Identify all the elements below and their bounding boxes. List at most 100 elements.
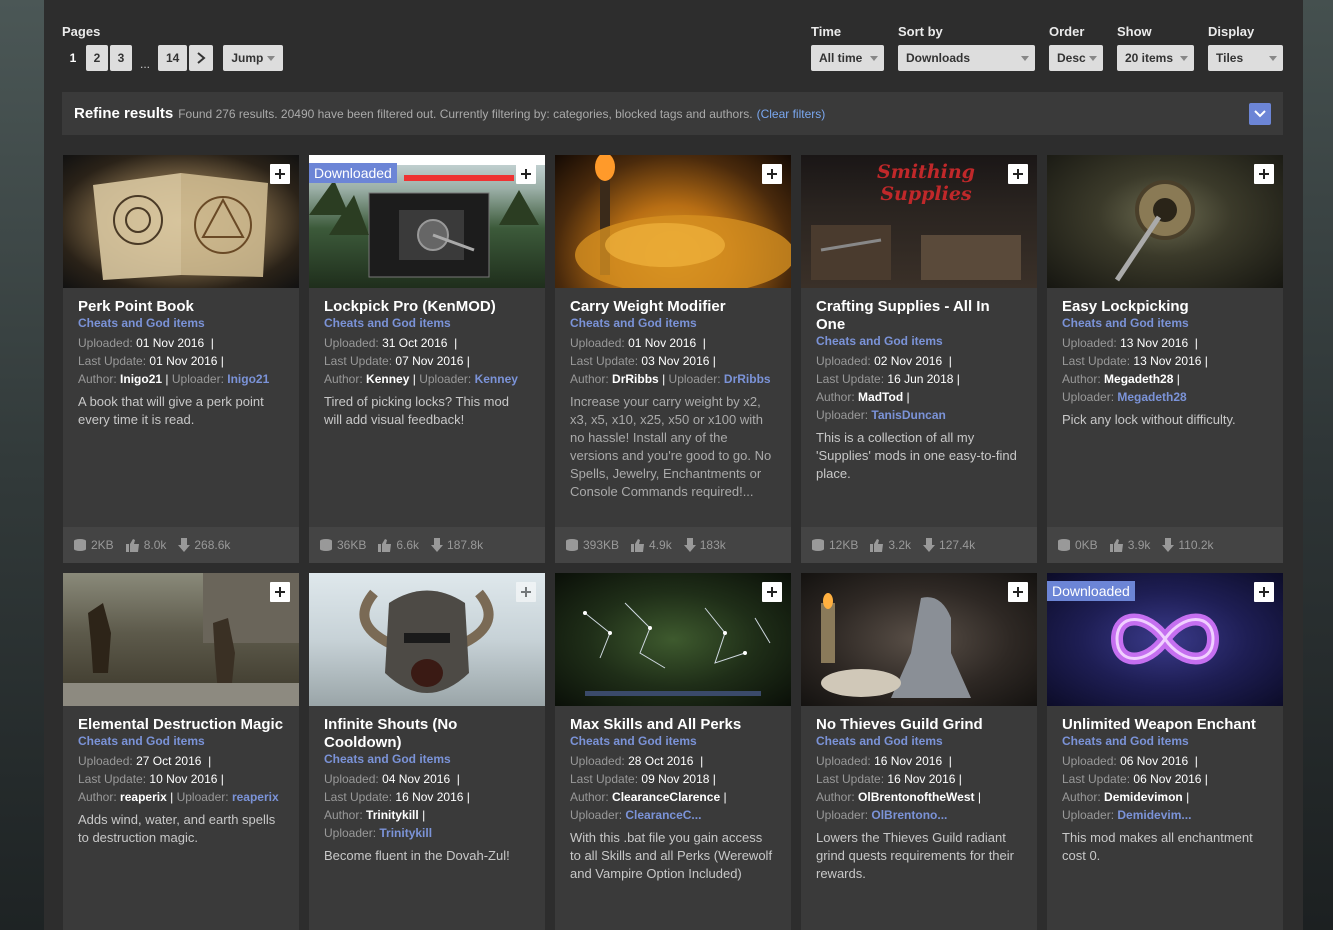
mod-thumbnail[interactable]: Downloaded bbox=[1047, 573, 1283, 706]
author-name[interactable]: Megadeth28 bbox=[1104, 372, 1173, 386]
order-select[interactable]: Desc bbox=[1049, 45, 1103, 71]
mod-category[interactable]: Cheats and God items bbox=[1062, 734, 1268, 749]
gold-pile-image bbox=[575, 155, 791, 288]
mod-tile[interactable]: No Thieves Guild Grind Cheats and God it… bbox=[801, 573, 1037, 930]
author-name[interactable]: reaperix bbox=[120, 790, 167, 804]
download-icon bbox=[431, 538, 444, 552]
author-name[interactable]: Demidevimon bbox=[1104, 790, 1183, 804]
uploader-link[interactable]: Megadeth28 bbox=[1117, 390, 1186, 404]
author-name[interactable]: DrRibbs bbox=[612, 372, 659, 386]
updated-row: Last Update: 13 Nov 2016 | bbox=[1062, 354, 1208, 368]
mod-category[interactable]: Cheats and God items bbox=[570, 316, 776, 331]
mod-title[interactable]: Crafting Supplies - All In One bbox=[816, 298, 1022, 334]
mod-thumbnail[interactable] bbox=[555, 155, 791, 288]
mod-title[interactable]: Unlimited Weapon Enchant bbox=[1062, 716, 1268, 734]
mod-category[interactable]: Cheats and God items bbox=[324, 752, 530, 767]
mod-title[interactable]: Lockpick Pro (KenMOD) bbox=[324, 298, 530, 316]
page-14-button[interactable]: 14 bbox=[158, 45, 188, 71]
mod-category[interactable]: Cheats and God items bbox=[78, 316, 284, 331]
author-name[interactable]: Inigo21 bbox=[120, 372, 162, 386]
uploader-link[interactable]: reaperix bbox=[232, 790, 279, 804]
uploader-link[interactable]: ClearanceC... bbox=[625, 808, 701, 822]
show-select[interactable]: 20 items bbox=[1117, 45, 1194, 71]
mod-title[interactable]: Carry Weight Modifier bbox=[570, 298, 776, 316]
mod-category[interactable]: Cheats and God items bbox=[816, 734, 1022, 749]
mod-title[interactable]: No Thieves Guild Grind bbox=[816, 716, 1022, 734]
sort-label: Sort by bbox=[898, 24, 943, 39]
refine-title: Refine results bbox=[74, 105, 174, 122]
plus-icon[interactable] bbox=[1008, 164, 1028, 184]
bust-image bbox=[821, 593, 971, 698]
mod-thumbnail[interactable]: Downloaded bbox=[309, 155, 545, 288]
plus-icon[interactable] bbox=[1254, 582, 1274, 602]
mod-title[interactable]: Elemental Destruction Magic bbox=[78, 716, 284, 734]
mod-tile[interactable]: Smithing Supplies Crafting Supplies - Al… bbox=[801, 155, 1037, 563]
mod-category[interactable]: Cheats and God items bbox=[816, 334, 1022, 349]
mod-thumbnail[interactable] bbox=[63, 573, 299, 706]
battle-image bbox=[63, 573, 299, 706]
author-name[interactable]: MadTod bbox=[858, 390, 903, 404]
sort-select[interactable]: Downloads bbox=[898, 45, 1035, 71]
updated-row: Last Update: 07 Nov 2016 | bbox=[324, 354, 470, 368]
uploader-link[interactable]: Inigo21 bbox=[227, 372, 269, 386]
uploader-link[interactable]: TanisDuncan bbox=[871, 408, 945, 422]
page-1-button[interactable]: 1 bbox=[62, 45, 84, 71]
next-page-button[interactable] bbox=[189, 45, 214, 71]
mod-thumbnail[interactable] bbox=[309, 573, 545, 706]
mod-tile[interactable]: Downloaded Unlimited Weapon Enchant Chea… bbox=[1047, 573, 1283, 930]
mod-tile[interactable]: Downloaded Lockpick Pro (KenMOD) Cheats … bbox=[309, 155, 545, 563]
mod-category[interactable]: Cheats and God items bbox=[1062, 316, 1268, 331]
plus-icon[interactable] bbox=[270, 582, 290, 602]
jump-dropdown[interactable]: Jump bbox=[223, 45, 284, 71]
mod-title[interactable]: Infinite Shouts (No Cooldown) bbox=[324, 716, 530, 752]
endorsement-count: 8.0k bbox=[143, 538, 167, 552]
page-3-button[interactable]: 3 bbox=[110, 45, 132, 71]
mod-thumbnail[interactable] bbox=[1047, 155, 1283, 288]
plus-icon[interactable] bbox=[762, 582, 782, 602]
page-2-button[interactable]: 2 bbox=[86, 45, 108, 71]
updated-row: Last Update: 16 Nov 2016 | bbox=[816, 772, 962, 786]
chevron-down-icon bbox=[1254, 110, 1266, 118]
mod-tile[interactable]: Easy Lockpicking Cheats and God items Up… bbox=[1047, 155, 1283, 563]
plus-icon[interactable] bbox=[270, 164, 290, 184]
mod-thumbnail[interactable] bbox=[63, 155, 299, 288]
expand-filters-button[interactable] bbox=[1249, 103, 1271, 125]
clear-filters-link[interactable]: Clear filters bbox=[761, 107, 822, 121]
mod-category[interactable]: Cheats and God items bbox=[78, 734, 284, 749]
author-row: Author: MadTod | bbox=[816, 390, 910, 404]
file-size: 2KB bbox=[91, 538, 114, 552]
time-select[interactable]: All time bbox=[811, 45, 884, 71]
mod-thumbnail[interactable] bbox=[801, 573, 1037, 706]
mod-description: Lowers the Thieves Guild radiant grind q… bbox=[816, 830, 1014, 881]
mod-thumbnail[interactable] bbox=[555, 573, 791, 706]
mod-category[interactable]: Cheats and God items bbox=[570, 734, 776, 749]
mod-title[interactable]: Easy Lockpicking bbox=[1062, 298, 1268, 316]
mod-tile[interactable]: Infinite Shouts (No Cooldown) Cheats and… bbox=[309, 573, 545, 930]
mod-description: A book that will give a perk point every… bbox=[78, 394, 264, 427]
order-value: Desc bbox=[1057, 51, 1086, 65]
uploader-link[interactable]: OlBrentono... bbox=[871, 808, 947, 822]
uploader-link[interactable]: DrRibbs bbox=[724, 372, 771, 386]
uploader-link[interactable]: Trinitykill bbox=[379, 826, 432, 840]
mod-category[interactable]: Cheats and God items bbox=[324, 316, 530, 331]
mod-tile[interactable]: Max Skills and All Perks Cheats and God … bbox=[555, 573, 791, 930]
mod-tile[interactable]: Perk Point Book Cheats and God items Upl… bbox=[63, 155, 299, 563]
author-name[interactable]: OlBrentonoftheWest bbox=[858, 790, 974, 804]
mod-tile[interactable]: Carry Weight Modifier Cheats and God ite… bbox=[555, 155, 791, 563]
plus-icon[interactable] bbox=[762, 164, 782, 184]
plus-icon[interactable] bbox=[1008, 582, 1028, 602]
display-select[interactable]: Tiles bbox=[1208, 45, 1283, 71]
mod-title[interactable]: Max Skills and All Perks bbox=[570, 716, 776, 734]
mod-thumbnail[interactable]: Smithing Supplies bbox=[801, 155, 1037, 288]
uploader-link[interactable]: Kenney bbox=[475, 372, 518, 386]
plus-icon[interactable] bbox=[516, 582, 536, 602]
plus-icon[interactable] bbox=[516, 164, 536, 184]
author-name[interactable]: Trinitykill bbox=[366, 808, 419, 822]
updated-row: Last Update: 01 Nov 2016 | bbox=[78, 354, 224, 368]
author-name[interactable]: Kenney bbox=[366, 372, 409, 386]
uploader-link[interactable]: Demidevim... bbox=[1117, 808, 1191, 822]
author-name[interactable]: ClearanceClarence bbox=[612, 790, 720, 804]
mod-title[interactable]: Perk Point Book bbox=[78, 298, 284, 316]
mod-tile[interactable]: Elemental Destruction Magic Cheats and G… bbox=[63, 573, 299, 930]
plus-icon[interactable] bbox=[1254, 164, 1274, 184]
